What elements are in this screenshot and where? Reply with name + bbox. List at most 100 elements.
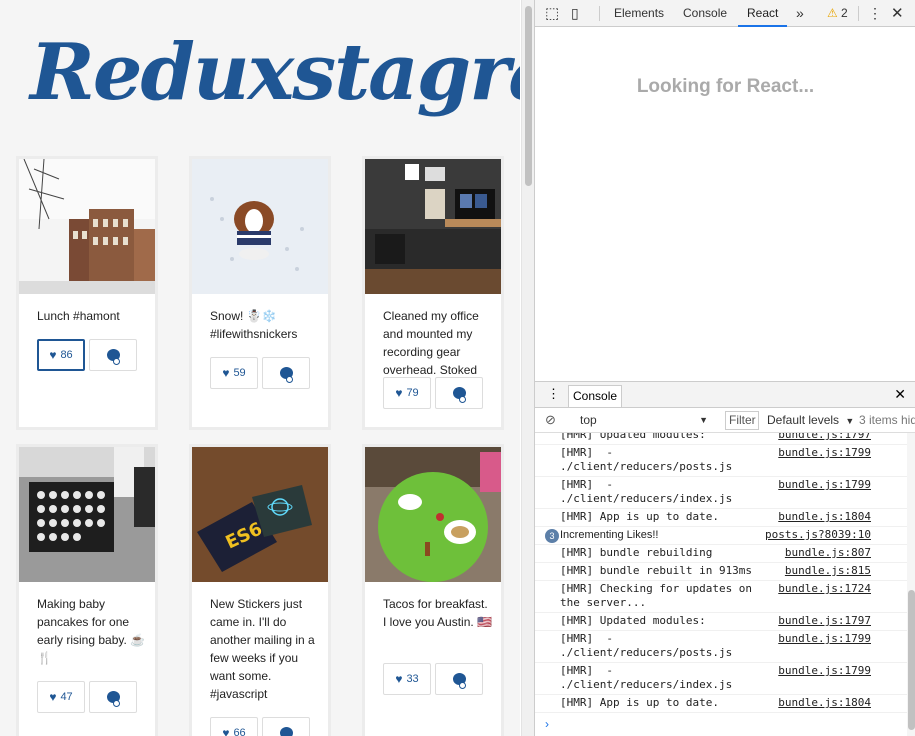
console-message: [HMR] - ./client/reducers/index.js bundle… bbox=[535, 663, 907, 695]
more-tabs-button[interactable]: » bbox=[796, 0, 804, 27]
warning-count: 2 bbox=[841, 6, 848, 20]
page-scrollbar[interactable] bbox=[521, 0, 534, 736]
warning-icon[interactable]: ⚠ bbox=[827, 0, 838, 27]
console-message: [HMR] App is up to date. bundle.js:1804 bbox=[535, 695, 907, 713]
hidden-items-count: 3 items hid bbox=[859, 413, 915, 427]
console-message: 3 Incrementing Likes!! posts.js?8039:10 bbox=[535, 527, 907, 545]
console-message-text: [HMR] - ./client/reducers/index.js bbox=[560, 664, 733, 691]
drawer-menu-icon[interactable]: ⋮ bbox=[547, 386, 560, 402]
console-message: [HMR] Updated modules: bundle.js:1797 bbox=[535, 613, 907, 631]
tab-react[interactable]: React bbox=[738, 0, 788, 27]
post-photo[interactable] bbox=[19, 447, 155, 582]
tab-console[interactable]: Console bbox=[683, 0, 727, 27]
console-message-text: [HMR] - ./client/reducers/posts.js bbox=[560, 632, 733, 659]
source-link[interactable]: bundle.js:1804 bbox=[778, 696, 871, 710]
post-photo[interactable]: ES6 bbox=[192, 447, 328, 582]
log-levels-select[interactable]: Default levels ▼ bbox=[767, 413, 854, 427]
clear-console-icon[interactable]: ⊘ bbox=[545, 412, 556, 428]
console-message-text: [HMR] - ./client/reducers/index.js bbox=[560, 478, 733, 505]
heart-icon: ♥ bbox=[49, 690, 57, 704]
console-message-text: [HMR] Checking for updates on the server… bbox=[560, 582, 753, 609]
console-message: [HMR] - ./client/reducers/posts.js bundle… bbox=[535, 445, 907, 477]
app-logo[interactable]: Reduxstagram bbox=[30, 18, 520, 128]
filter-input[interactable]: Filter bbox=[725, 411, 759, 430]
like-button[interactable]: ♥ 33 bbox=[383, 663, 431, 695]
console-message-text: [HMR] App is up to date. bbox=[560, 696, 719, 709]
devtools-panel: ⬚ ▯ Elements Console React » ⚠ 2 ⋮ ✕ Loo… bbox=[534, 0, 915, 736]
console-message: [HMR] - ./client/reducers/index.js bundle… bbox=[535, 477, 907, 509]
post-photo[interactable] bbox=[365, 447, 501, 582]
post-card: ES6 New Stickers just came in. I'll do a… bbox=[189, 444, 331, 736]
console-message-text: [HMR] App is up to date. bbox=[560, 510, 719, 523]
like-button[interactable]: ♥ 47 bbox=[37, 681, 85, 713]
comment-bubble-icon bbox=[106, 349, 120, 365]
source-link[interactable]: bundle.js:1799 bbox=[778, 446, 871, 460]
post-photo[interactable] bbox=[19, 159, 155, 294]
comment-bubble-icon bbox=[279, 367, 293, 383]
tab-drawer-console[interactable]: Console bbox=[568, 385, 623, 407]
console-message-text: [HMR] bundle rebuilt in 913ms bbox=[560, 564, 753, 577]
source-link[interactable]: bundle.js:1799 bbox=[778, 478, 871, 492]
console-message-text: [HMR] bundle rebuilding bbox=[560, 546, 713, 559]
source-link[interactable]: bundle.js:815 bbox=[785, 564, 871, 578]
comments-button[interactable] bbox=[89, 681, 137, 713]
like-count: 59 bbox=[233, 367, 246, 379]
post-photo[interactable] bbox=[192, 159, 328, 294]
console-message-text: Incrementing Likes!! bbox=[560, 529, 659, 541]
console-scrollbar[interactable] bbox=[907, 433, 915, 736]
comments-button[interactable] bbox=[435, 377, 483, 409]
post-caption: Making baby pancakes for one early risin… bbox=[37, 597, 146, 665]
source-link[interactable]: bundle.js:1797 bbox=[778, 614, 871, 628]
console-log: [HMR] Updated modules: bundle.js:1797 [HMR… bbox=[535, 433, 907, 736]
source-link[interactable]: posts.js?8039:10 bbox=[765, 528, 871, 542]
post-photo[interactable] bbox=[365, 159, 501, 294]
react-status-message: Looking for React... bbox=[636, 76, 815, 97]
close-devtools-icon[interactable]: ✕ bbox=[891, 0, 904, 27]
like-count: 79 bbox=[406, 387, 419, 399]
post-card: Tacos for breakfast. I love you Austin. … bbox=[362, 444, 504, 736]
post-caption: Tacos for breakfast. I love you Austin. … bbox=[383, 597, 492, 629]
post-caption: Lunch #hamont bbox=[37, 309, 120, 323]
like-button[interactable]: ♥ 66 bbox=[210, 717, 258, 736]
console-prompt[interactable]: › bbox=[545, 717, 549, 731]
chevron-down-icon: ▼ bbox=[699, 415, 708, 425]
console-scrollbar-thumb[interactable] bbox=[908, 590, 915, 730]
console-message: [HMR] bundle rebuilding bundle.js:807 bbox=[535, 545, 907, 563]
console-filter-bar: ⊘ top ▼ Filter Default levels ▼ 3 items … bbox=[535, 408, 915, 433]
tab-elements[interactable]: Elements bbox=[614, 0, 664, 27]
like-button[interactable]: ♥ 79 bbox=[383, 377, 431, 409]
source-link[interactable]: bundle.js:1724 bbox=[778, 582, 871, 596]
heart-icon: ♥ bbox=[222, 726, 230, 736]
devtools-menu-icon[interactable]: ⋮ bbox=[868, 0, 882, 27]
console-drawer-header: ⋮ Console ✕ bbox=[535, 381, 915, 408]
like-button[interactable]: ♥ 86 bbox=[37, 339, 85, 371]
app-pane: Reduxstagram bbox=[0, 0, 520, 736]
post-card: Making baby pancakes for one early risin… bbox=[16, 444, 158, 736]
heart-icon: ♥ bbox=[49, 348, 57, 362]
source-link[interactable]: bundle.js:807 bbox=[785, 546, 871, 560]
close-drawer-icon[interactable]: ✕ bbox=[894, 386, 906, 403]
console-message: [HMR] App is up to date. bundle.js:1804 bbox=[535, 509, 907, 527]
page-scrollbar-thumb[interactable] bbox=[525, 6, 532, 186]
source-link[interactable]: bundle.js:1797 bbox=[778, 433, 871, 442]
like-count: 33 bbox=[406, 673, 419, 685]
context-select[interactable]: top ▼ bbox=[571, 411, 713, 429]
like-count: 86 bbox=[60, 349, 73, 361]
heart-icon: ♥ bbox=[395, 386, 403, 400]
comments-button[interactable] bbox=[89, 339, 137, 371]
comments-button[interactable] bbox=[435, 663, 483, 695]
comments-button[interactable] bbox=[262, 717, 310, 736]
source-link[interactable]: bundle.js:1799 bbox=[778, 664, 871, 678]
inspect-element-icon[interactable]: ⬚ bbox=[545, 0, 559, 27]
repeat-count-badge: 3 bbox=[545, 529, 559, 543]
like-button[interactable]: ♥ 59 bbox=[210, 357, 258, 389]
comments-button[interactable] bbox=[262, 357, 310, 389]
console-message-text: [HMR] Updated modules: bbox=[560, 614, 706, 627]
device-toolbar-icon[interactable]: ▯ bbox=[571, 0, 579, 27]
console-message: [HMR] Checking for updates on the server… bbox=[535, 581, 907, 613]
heart-icon: ♥ bbox=[395, 672, 403, 686]
source-link[interactable]: bundle.js:1804 bbox=[778, 510, 871, 524]
source-link[interactable]: bundle.js:1799 bbox=[778, 632, 871, 646]
post-card: Snow! ☃️❄️ #lifewithsnickers ♥ 59 bbox=[189, 156, 331, 430]
console-message-text: [HMR] Updated modules: bbox=[560, 433, 706, 441]
